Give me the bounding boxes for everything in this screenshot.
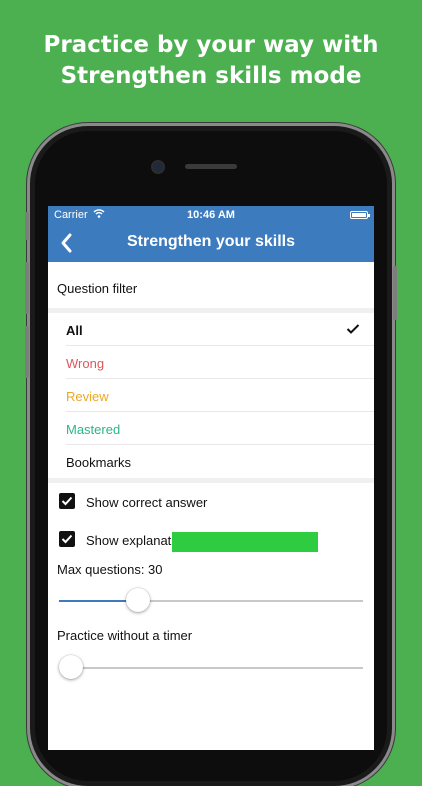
filter-option-label: Mastered [66, 422, 121, 437]
power-button [393, 266, 397, 320]
battery-icon [350, 211, 370, 219]
headline-line-1: Practice by your way with [43, 32, 379, 58]
volume-down-button [25, 326, 29, 378]
show-correct-answer-label: Show correct answer [86, 495, 208, 510]
filter-option-bookmarks[interactable]: Bookmarks [48, 445, 374, 478]
headline-line-2: Strengthen skills mode [60, 63, 362, 89]
slider-thumb[interactable] [126, 588, 151, 612]
status-time: 10:46 AM [187, 209, 235, 221]
filter-option-wrong[interactable]: Wrong [48, 346, 374, 379]
checkmark-icon [346, 323, 360, 338]
max-questions-slider[interactable] [59, 588, 363, 614]
earpiece-speaker [185, 164, 237, 169]
question-filter-header: Question filter [48, 262, 374, 313]
volume-up-button [25, 262, 29, 314]
filter-option-label: Bookmarks [66, 455, 132, 470]
page-title: Strengthen your skills [126, 233, 296, 250]
mute-switch [25, 212, 29, 240]
status-bar: Carrier 10:46 AM [48, 206, 374, 224]
checkmark-icon [61, 496, 73, 506]
question-filter-label: Question filter [57, 281, 138, 296]
checkmark-icon [61, 534, 73, 544]
navigation-bar: Strengthen your skills [48, 224, 374, 262]
slider-thumb[interactable] [59, 655, 83, 679]
filter-option-label: All [66, 323, 83, 338]
show-correct-answer-checkbox[interactable] [59, 493, 75, 509]
max-questions-label: Max questions: 30 [57, 562, 163, 577]
start-button[interactable] [172, 532, 318, 552]
practice-without-timer-label: Practice without a timer [57, 628, 193, 643]
show-explanation-checkbox[interactable] [59, 531, 75, 547]
question-filter-list: All Wrong Review Mastered Bookmarks [48, 313, 374, 478]
phone-screen: Carrier 10:46 AM Strengthen your skills … [48, 206, 374, 750]
front-camera [153, 162, 163, 172]
filter-option-label: Wrong [66, 356, 105, 371]
filter-option-label: Review [66, 389, 109, 404]
show-correct-answer-option[interactable]: Show correct answer [48, 483, 374, 521]
filter-option-review[interactable]: Review [48, 379, 374, 412]
filter-option-all[interactable]: All [48, 313, 374, 346]
headline: Practice by your way with Strengthen ski… [0, 30, 422, 92]
slider-track [59, 667, 363, 669]
filter-option-mastered[interactable]: Mastered [48, 412, 374, 445]
timer-slider[interactable] [59, 655, 363, 681]
